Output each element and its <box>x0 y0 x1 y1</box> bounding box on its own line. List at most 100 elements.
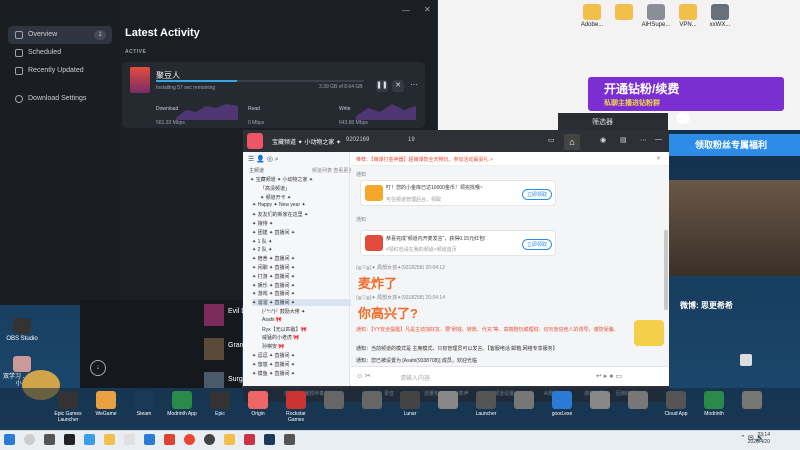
app-taskbar-icon-6[interactable] <box>244 434 255 445</box>
dock-app-icon[interactable] <box>134 391 154 409</box>
folder-icon <box>679 4 697 20</box>
channel-tree-item[interactable]: ✦ 打游 ✦ 直播间 ✦ <box>252 273 295 280</box>
channel-tree-item[interactable]: Ryx【无以匹敌】🎀 <box>262 326 307 333</box>
message-input[interactable]: 请输入内容 <box>400 373 430 382</box>
history-icon <box>15 67 23 75</box>
channel-tree-item[interactable]: ✦ 宝藏频道 ✦ 小动物之家 ✦ <box>250 176 313 183</box>
dock-app-icon[interactable] <box>362 391 382 409</box>
channel-tree-item[interactable]: ✦ 悠悠 ✦ 直播间 ✦ <box>252 361 295 368</box>
app-taskbar-icon-3[interactable] <box>164 434 175 445</box>
page-title: Latest Activity <box>125 27 200 39</box>
channel-tree-item[interactable]: (╯°□°)╯ 鼓励大佬 ✦ <box>262 308 305 315</box>
channel-tree-item[interactable]: ✦ 宿舍 ✦ 直播间 ✦ <box>252 255 295 262</box>
sidebar-item-scheduled[interactable]: Scheduled <box>8 44 112 62</box>
chat-minimize-button[interactable]: — <box>655 136 662 143</box>
dock-app-icon[interactable] <box>476 391 496 409</box>
coin-card-title: 叮！您的小金库已达10000金币！领完找哦~ <box>386 185 483 191</box>
explorer-icon[interactable] <box>104 434 115 445</box>
gold-coin-widget[interactable] <box>634 320 664 346</box>
app-taskbar-icon-1[interactable] <box>124 434 135 445</box>
channel-tree-item[interactable]: ✦ 团建 ✦ 直播间 ✦ <box>252 229 295 236</box>
dock-app-icon[interactable] <box>666 391 686 409</box>
dock-app-label: Epic Games Launcher <box>54 411 82 423</box>
start-icon[interactable] <box>4 434 15 445</box>
channel-tree-item[interactable]: 威猛的小老虎 🎀 <box>262 334 300 341</box>
left-toolbar-icons[interactable]: ☰ 👤 ◎ ⌕ <box>248 155 279 164</box>
game-icon[interactable]: ◉ <box>600 136 606 144</box>
close-button[interactable]: ✕ <box>424 5 431 14</box>
desktop-icon-5[interactable]: xxWX... <box>700 4 740 29</box>
dock-app-icon[interactable] <box>400 391 420 409</box>
channel-tree-item[interactable]: 「高清频道」 <box>260 185 290 192</box>
channel-tree-item[interactable]: ✦ 1 队 ✦ <box>252 238 272 245</box>
user-icon[interactable] <box>676 112 690 124</box>
dock-app-icon[interactable] <box>438 391 458 409</box>
edge-icon[interactable] <box>84 434 95 445</box>
welfare-banner[interactable]: 领取粉丝专属福利 <box>662 134 800 156</box>
obs-taskbar-icon[interactable] <box>204 434 215 445</box>
minimize-button[interactable]: — <box>402 6 410 15</box>
emoji-icon[interactable]: ☺ ✂ <box>356 372 371 380</box>
search-icon[interactable] <box>24 434 35 445</box>
app-taskbar-icon-4[interactable] <box>184 434 195 445</box>
pause-button[interactable]: ❚❚ <box>376 80 388 92</box>
channel-tree-item[interactable]: ✦ 友友们的新家在这里 ✦ <box>252 211 308 218</box>
channel-tree-item[interactable]: ✦ 溜溜 ✦ 直播间 ✦ <box>252 299 352 307</box>
dock-app-icon[interactable] <box>552 391 572 409</box>
notice-close-button[interactable]: ✕ <box>656 155 661 162</box>
photo-icon[interactable] <box>740 354 752 366</box>
qq-icon[interactable] <box>64 434 75 445</box>
dock-app-icon[interactable] <box>172 391 192 409</box>
claim-button-2[interactable]: 立即领取 <box>522 239 553 250</box>
sidebar-item-overview[interactable]: Overview 1 <box>8 26 112 44</box>
channel-tree-item[interactable]: ✦ 闲聊 ✦ 直播间 ✦ <box>252 264 295 271</box>
video-icon[interactable]: ▭ <box>548 136 555 144</box>
app-taskbar-icon-7[interactable] <box>284 434 295 445</box>
channel-tree-item[interactable]: ✦ 频道开卡 ✦ <box>260 194 291 201</box>
channel-tree-item[interactable]: Asahi 🎀 <box>262 317 282 323</box>
claim-button-1[interactable]: 立即领取 <box>522 189 553 200</box>
channel-tree-item[interactable]: ✦ 游戏 ✦ 直播间 ✦ <box>252 290 295 297</box>
dock-app-icon[interactable] <box>590 391 610 409</box>
chart-icon[interactable]: ▤ <box>620 136 627 144</box>
channel-tree-item[interactable]: ✦ 逗逗 ✦ 直播间 ✦ <box>252 352 295 359</box>
dock-app-icon[interactable] <box>742 391 762 409</box>
dock-app-icon[interactable] <box>96 391 116 409</box>
dock-app-icon[interactable] <box>58 391 78 409</box>
sidebar-item-recently-updated[interactable]: Recently Updated <box>8 62 112 80</box>
app-taskbar-icon-2[interactable] <box>144 434 155 445</box>
input-tools[interactable]: ↩ ▸ ● ▭ <box>596 372 622 380</box>
download-indicator-icon[interactable]: ↓ <box>90 360 106 376</box>
channel-tree-item[interactable]: 孙棋安 🎀 <box>262 343 285 350</box>
cancel-button[interactable]: ✕ <box>392 80 404 92</box>
dock-app-label: Modrinth <box>704 411 724 417</box>
channel-tree-item[interactable]: ✦ 娱乐 ✦ 直播间 ✦ <box>252 282 295 289</box>
notice-text[interactable]: 推荐：【萌爆打金神器】超萌爆款全天畅玩，参加活动赢豪礼 > <box>356 156 493 163</box>
game-thumb-3[interactable] <box>204 372 224 388</box>
channel-tree-item[interactable]: ✦ 摸鱼 ✦ 直播间 ✦ <box>252 370 295 377</box>
dock-app-icon[interactable] <box>210 391 230 409</box>
dock-app-icon[interactable] <box>514 391 534 409</box>
channel-tree-item[interactable]: ✦ 2 队 ✦ <box>252 246 272 253</box>
more-icon[interactable]: ⋯ <box>640 136 647 144</box>
chat-scrollbar[interactable] <box>664 230 668 310</box>
taskview-icon[interactable] <box>44 434 55 445</box>
dock-app-icon[interactable] <box>248 391 268 409</box>
more-button[interactable]: ⋯ <box>410 80 418 89</box>
app-taskbar-icon-5[interactable] <box>224 434 235 445</box>
channel-tree-item[interactable]: ✦ 接待 ✦ <box>252 220 273 227</box>
steam-taskbar-icon[interactable] <box>264 434 275 445</box>
dock-app-icon[interactable] <box>704 391 724 409</box>
channel-tree-item[interactable]: ✦ Happy ✦ New year ✦ <box>252 202 306 208</box>
home-icon[interactable]: ⌂ <box>564 134 580 150</box>
dock-app-icon[interactable] <box>286 391 306 409</box>
sys-label-2: 通知 <box>356 217 367 223</box>
desktop-icon-obs[interactable]: OBS Studio <box>2 318 42 343</box>
dock-app-icon[interactable] <box>628 391 648 409</box>
sidebar-item-download-settings[interactable]: Download Settings <box>8 90 112 108</box>
game-thumb-2[interactable] <box>204 338 224 360</box>
system-clock[interactable]: 23:14 2026/4/20 <box>748 432 770 446</box>
dock-app-icon[interactable] <box>324 391 344 409</box>
game-thumb-1[interactable] <box>204 304 224 326</box>
left-header-more[interactable]: 频道列表 查看更多 <box>312 167 353 174</box>
